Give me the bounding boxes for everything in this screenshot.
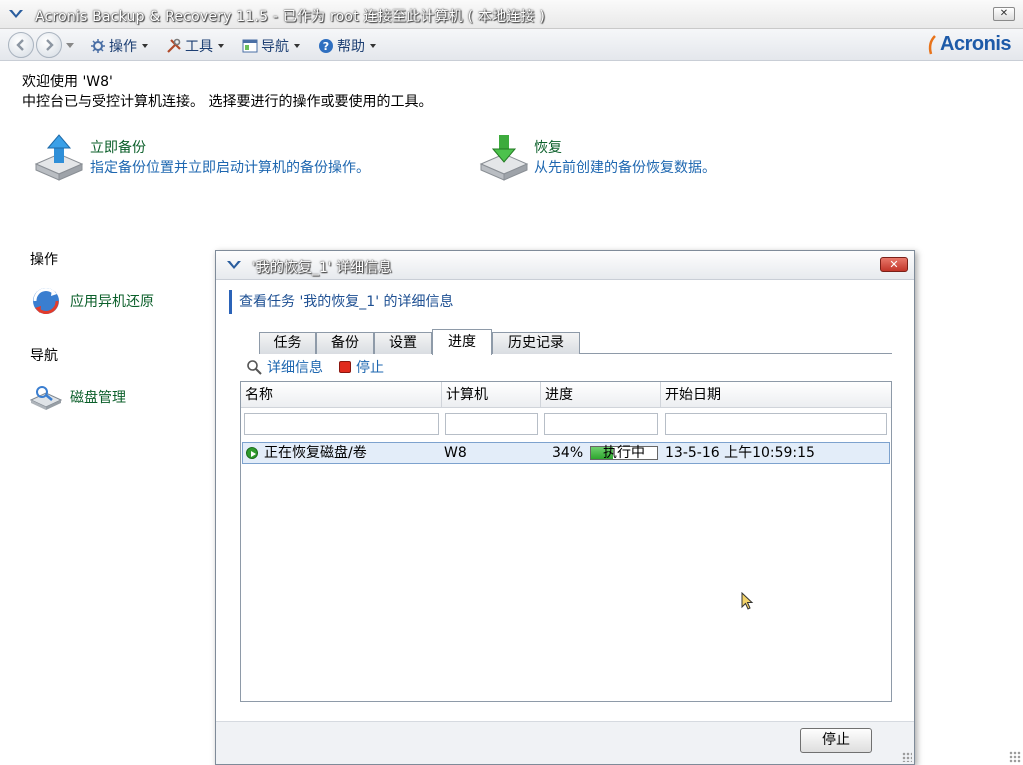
magnifier-icon bbox=[247, 360, 262, 375]
row-computer: W8 bbox=[444, 445, 467, 461]
quick-action-recover[interactable]: 恢复 从先前创建的备份恢复数据。 bbox=[479, 134, 716, 182]
tab-progress[interactable]: 进度 bbox=[432, 329, 492, 355]
disk-management-icon bbox=[30, 386, 62, 410]
dialog-heading: 查看任务 '我的恢复_1' 的详细信息 bbox=[229, 290, 454, 314]
caret-down-icon bbox=[218, 44, 224, 48]
menu-help-label: 帮助 bbox=[337, 39, 365, 55]
tab-task[interactable]: 任务 bbox=[259, 332, 316, 354]
tab-settings[interactable]: 设置 bbox=[374, 332, 432, 354]
menu-tools[interactable]: 工具 bbox=[166, 36, 224, 56]
caret-down-icon bbox=[142, 44, 148, 48]
welcome-text: 欢迎使用 'W8' 中控台已与受控计算机连接。 选择要进行的操作或要使用的工具。 bbox=[22, 72, 432, 112]
filter-name-input[interactable] bbox=[244, 413, 439, 435]
activities-table: 名称 计算机 进度 开始日期 正在恢复磁盘/卷 W8 34% 执行中 13-5-… bbox=[240, 381, 892, 702]
quick-action-backup-text: 立即备份 指定备份位置并立即启动计算机的备份操作。 bbox=[90, 137, 370, 177]
column-computer[interactable]: 计算机 bbox=[442, 382, 541, 408]
acronis-app-icon bbox=[226, 258, 242, 276]
table-filter-row bbox=[241, 409, 891, 440]
filter-progress-field bbox=[544, 413, 658, 435]
actions-icon bbox=[91, 39, 105, 53]
recover-description[interactable]: 从先前创建的备份恢复数据。 bbox=[534, 157, 716, 177]
disk-management-label: 磁盘管理 bbox=[70, 390, 126, 406]
row-name: 正在恢复磁盘/卷 bbox=[264, 445, 367, 461]
quick-action-backup[interactable]: 立即备份 指定备份位置并立即启动计算机的备份操作。 bbox=[34, 134, 370, 182]
welcome-line-2: 中控台已与受控计算机连接。 选择要进行的操作或要使用的工具。 bbox=[22, 94, 433, 110]
stop-toolbar-label: 停止 bbox=[356, 360, 384, 376]
running-status-icon bbox=[246, 447, 258, 459]
dialog-footer: 停止 bbox=[216, 721, 914, 764]
column-progress[interactable]: 进度 bbox=[541, 382, 661, 408]
quick-action-recover-text: 恢复 从先前创建的备份恢复数据。 bbox=[534, 137, 716, 177]
menubar: 操作 工具 导航 ? 帮助 Acronis bbox=[0, 29, 1023, 61]
dialog-close-button[interactable]: ✕ bbox=[880, 257, 908, 272]
caret-down-icon bbox=[370, 44, 376, 48]
stop-icon bbox=[339, 361, 351, 373]
column-name[interactable]: 名称 bbox=[241, 382, 442, 408]
tab-backup[interactable]: 备份 bbox=[316, 332, 374, 354]
svg-text:?: ? bbox=[323, 40, 329, 53]
row-progress-bar: 执行中 bbox=[590, 445, 658, 461]
dialog-title: '我的恢复_1' 详细信息 bbox=[252, 260, 393, 276]
link-disk-management[interactable]: 磁盘管理 bbox=[30, 384, 126, 410]
task-details-dialog: '我的恢复_1' 详细信息 ✕ 查看任务 '我的恢复_1' 的详细信息 任务 备… bbox=[215, 250, 915, 765]
dialog-title-bar: '我的恢复_1' 详细信息 ✕ bbox=[216, 251, 914, 280]
backup-now-description[interactable]: 指定备份位置并立即启动计算机的备份操作。 bbox=[90, 157, 370, 177]
navigation-icon bbox=[242, 39, 258, 53]
menu-tools-label: 工具 bbox=[185, 39, 213, 55]
filter-computer-input[interactable] bbox=[445, 413, 538, 435]
menu-actions[interactable]: 操作 bbox=[90, 36, 148, 56]
backup-now-title[interactable]: 立即备份 bbox=[90, 137, 370, 157]
navigation-heading: 导航 bbox=[30, 348, 58, 364]
details-button[interactable]: 详细信息 bbox=[246, 357, 323, 377]
column-start-date[interactable]: 开始日期 bbox=[661, 382, 891, 408]
dialog-tabs: 任务 备份 设置 进度 历史记录 bbox=[259, 329, 892, 355]
mouse-cursor-icon bbox=[741, 592, 754, 610]
menu-navigation-label: 导航 bbox=[261, 39, 289, 55]
acronis-app-icon bbox=[7, 6, 25, 22]
forward-button[interactable] bbox=[36, 32, 62, 58]
row-start-date: 13-5-16 上午10:59:15 bbox=[665, 445, 815, 461]
window-title-bar: Acronis Backup & Recovery 11.5 - 已作为 roo… bbox=[0, 0, 1023, 29]
dialog-resize-grip[interactable] bbox=[902, 752, 912, 762]
universal-restore-icon bbox=[33, 288, 59, 314]
stop-button[interactable]: 停止 bbox=[800, 728, 872, 753]
acronis-logo: Acronis bbox=[926, 33, 1011, 56]
arrow-left-icon bbox=[16, 39, 24, 51]
actions-heading: 操作 bbox=[30, 252, 58, 268]
universal-restore-label: 应用异机还原 bbox=[70, 294, 154, 310]
menu-navigation[interactable]: 导航 bbox=[242, 36, 300, 56]
recover-title[interactable]: 恢复 bbox=[534, 137, 716, 157]
recover-icon bbox=[479, 135, 529, 181]
menu-actions-label: 操作 bbox=[109, 39, 137, 55]
backup-now-icon bbox=[34, 134, 84, 181]
history-dropdown-icon[interactable] bbox=[66, 43, 74, 48]
details-button-label: 详细信息 bbox=[267, 360, 323, 376]
window-title: Acronis Backup & Recovery 11.5 - 已作为 roo… bbox=[35, 9, 546, 25]
details-toolbar: 详细信息 停止 bbox=[246, 357, 400, 377]
tools-icon bbox=[167, 38, 181, 53]
welcome-line-1: 欢迎使用 'W8' bbox=[22, 74, 113, 90]
row-state: 执行中 bbox=[603, 445, 645, 461]
link-universal-restore[interactable]: 应用异机还原 bbox=[30, 286, 154, 316]
history-nav bbox=[8, 32, 76, 58]
table-row[interactable]: 正在恢复磁盘/卷 W8 34% 执行中 13-5-16 上午10:59:15 bbox=[242, 442, 890, 464]
brand-name: Acronis bbox=[940, 33, 1011, 55]
stop-toolbar-button[interactable]: 停止 bbox=[339, 357, 384, 377]
window-close-button[interactable]: ✕ bbox=[993, 7, 1015, 21]
window-resize-grip[interactable] bbox=[1009, 751, 1021, 763]
help-icon: ? bbox=[319, 39, 333, 53]
arrow-right-icon bbox=[46, 39, 54, 51]
back-button[interactable] bbox=[8, 32, 34, 58]
tab-history[interactable]: 历史记录 bbox=[492, 332, 580, 354]
filter-start-date-input[interactable] bbox=[665, 413, 887, 435]
menu-help[interactable]: ? 帮助 bbox=[318, 36, 376, 56]
table-header: 名称 计算机 进度 开始日期 bbox=[241, 382, 891, 408]
row-progress-percent: 34% bbox=[552, 445, 584, 461]
caret-down-icon bbox=[294, 44, 300, 48]
acronis-swoosh-icon bbox=[928, 34, 936, 54]
